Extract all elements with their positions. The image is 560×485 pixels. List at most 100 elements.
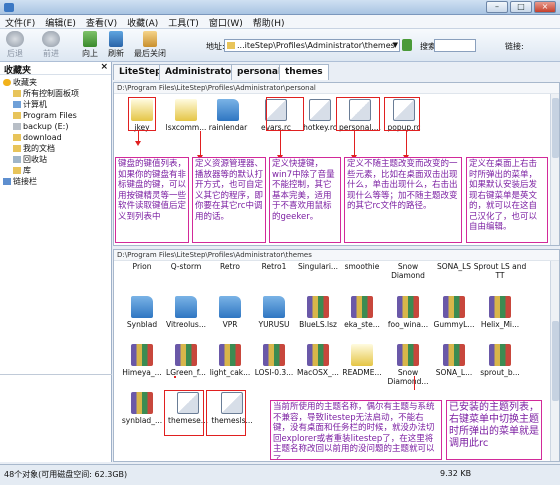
annotation-note-themes-list: 已安装的主题列表，右键菜单中切换主题时所弹出的菜单就是调用此rc — [446, 400, 542, 460]
archive-icon — [489, 296, 511, 318]
status-size: 9.32 KB — [440, 469, 472, 478]
file-helix-mi[interactable]: Helix_Mi... — [472, 294, 528, 338]
annotation-note-jkey: 键盘的键值列表，如果你的键盘有非标键盘的键，可以用按键精灵等一些软件读取键值后定… — [115, 157, 189, 243]
annotation-box — [336, 97, 380, 131]
toolbar: 后退 前进 向上 刷新 最后关闭 地址: ...iteStep\Profiles… — [0, 29, 560, 62]
computer-icon — [13, 101, 21, 108]
tab-bar: LiteStep Administrator personal themes — [113, 64, 560, 80]
archive-icon — [443, 296, 465, 318]
recent-closed-button[interactable]: 最后关闭 — [134, 31, 166, 59]
scroll-thumb[interactable] — [552, 98, 559, 158]
annotation-box — [128, 97, 156, 131]
fav-item-download[interactable]: download — [3, 132, 111, 143]
archive-icon — [131, 344, 153, 366]
status-object-count: 48个对象(可用磁盘空间: 62.3GB) — [4, 470, 128, 479]
annotation-box — [384, 97, 420, 131]
fav-item-links-bar[interactable]: 链接栏 — [3, 176, 111, 187]
file-sprout-b[interactable]: sprout_b... — [472, 342, 528, 386]
text-file-icon — [351, 344, 373, 366]
folder-icon — [13, 145, 21, 152]
star-icon — [3, 79, 11, 86]
menu-tools[interactable]: 工具(T) — [163, 15, 204, 29]
annotation-note-personal: 定义不随主题改变而改变的一些元素，比如在桌面双击出现什么，单击出现什么，右击出现… — [344, 157, 462, 243]
archive-icon — [219, 344, 241, 366]
menu-window[interactable]: 窗口(W) — [204, 15, 248, 29]
annotation-box — [164, 390, 204, 436]
tab-administrator[interactable]: Administrator — [159, 64, 242, 80]
vertical-scrollbar[interactable] — [550, 261, 559, 461]
app-icon — [4, 3, 14, 12]
menu-view[interactable]: 查看(V) — [81, 15, 122, 29]
tab-themes[interactable]: themes — [279, 64, 329, 80]
fav-item-documents[interactable]: 我的文档 — [3, 143, 111, 154]
maximize-button[interactable]: □ — [510, 1, 532, 13]
annotation-arrow — [406, 131, 407, 157]
archive-icon — [307, 344, 329, 366]
folder-sprout-ls-tt[interactable]: Sprout LS and TT — [472, 262, 528, 284]
status-bar: 48个对象(可用磁盘空间: 62.3GB) 9.32 KB — [0, 464, 560, 485]
pane-path: D:\Program Files\LiteStep\Profiles\Admin… — [114, 83, 559, 94]
annotation-note-lsxcommand: 定义资源管理器、播放器等的默认打开方式，也可自定义其它的程序，即你要在其它rc中… — [192, 157, 266, 243]
archive-icon — [443, 344, 465, 366]
archive-icon — [489, 344, 511, 366]
archive-icon — [131, 392, 153, 414]
refresh-button[interactable]: 刷新 — [108, 31, 124, 59]
close-icon[interactable]: × — [100, 62, 108, 72]
panel-divider — [0, 374, 112, 375]
recent-closed-icon — [143, 31, 157, 47]
archive-icon — [397, 344, 419, 366]
themes-folder-pane: D:\Program Files\LiteStep\Profiles\Admin… — [113, 249, 560, 462]
folder-icon — [131, 296, 153, 318]
annotation-box — [266, 97, 304, 131]
back-arrow-icon — [6, 31, 24, 47]
forward-button[interactable]: 前进 — [42, 31, 60, 59]
go-arrow-icon[interactable] — [402, 39, 412, 51]
address-label: 地址: — [206, 42, 225, 51]
chevron-down-icon[interactable]: ▼ — [393, 41, 398, 49]
fav-item-backup[interactable]: backup (E:) — [3, 121, 111, 132]
folder-icon — [219, 296, 241, 318]
favorites-title: 收藏夹 × — [0, 62, 111, 76]
fav-item-recycle-bin[interactable]: 回收站 — [3, 154, 111, 165]
fav-item-program-files[interactable]: Program Files — [3, 110, 111, 121]
annotation-box — [174, 376, 176, 378]
search-input[interactable] — [434, 39, 476, 52]
annotation-note-hotkey: 定义快捷键，win7中除了音量不能控制，其它基本完美，适用于不喜欢用鼠标的gee… — [269, 157, 341, 243]
annotation-box — [206, 390, 246, 436]
menu-favorites[interactable]: 收藏(A) — [122, 15, 163, 29]
favorites-panel: 收藏夹 × 收藏夹 所有控制面板项 计算机 Program Files back… — [0, 62, 112, 462]
fav-item-computer[interactable]: 计算机 — [3, 99, 111, 110]
scroll-thumb[interactable] — [552, 321, 559, 401]
folder-icon — [175, 296, 197, 318]
refresh-icon — [109, 31, 123, 47]
folder-icon — [13, 134, 21, 141]
archive-icon — [397, 296, 419, 318]
folder-icon — [13, 112, 21, 119]
drive-icon — [13, 123, 21, 130]
folder-icon — [217, 99, 239, 121]
address-input[interactable]: ...iteStep\Profiles\Administrator\themes… — [224, 39, 400, 52]
folder-icon — [263, 296, 285, 318]
folder-icon — [13, 90, 21, 97]
link-icon — [3, 178, 11, 185]
pane-path: D:\Program Files\LiteStep\Profiles\Admin… — [114, 250, 559, 261]
fav-item-favorites[interactable]: 收藏夹 — [3, 77, 111, 88]
arrow-head — [135, 141, 141, 146]
menu-edit[interactable]: 编辑(E) — [40, 15, 81, 29]
up-button[interactable]: 向上 — [82, 31, 98, 59]
text-file-icon — [175, 99, 197, 121]
menu-bar: 文件(F) 编辑(E) 查看(V) 收藏(A) 工具(T) 窗口(W) 帮助(H… — [0, 15, 560, 29]
close-button[interactable]: × — [534, 1, 556, 13]
annotation-arrow — [354, 131, 355, 157]
minimize-button[interactable]: – — [486, 1, 508, 13]
back-button[interactable]: 后退 — [6, 31, 24, 59]
vertical-scrollbar[interactable] — [550, 94, 559, 245]
annotation-arrow — [280, 131, 281, 157]
archive-icon — [263, 344, 285, 366]
trash-icon — [13, 156, 21, 163]
fav-item-libraries[interactable]: 库 — [3, 165, 111, 176]
menu-file[interactable]: 文件(F) — [0, 15, 40, 29]
menu-help[interactable]: 帮助(H) — [248, 15, 290, 29]
title-bar: – □ × — [0, 0, 560, 15]
fav-item-control-panel[interactable]: 所有控制面板项 — [3, 88, 111, 99]
